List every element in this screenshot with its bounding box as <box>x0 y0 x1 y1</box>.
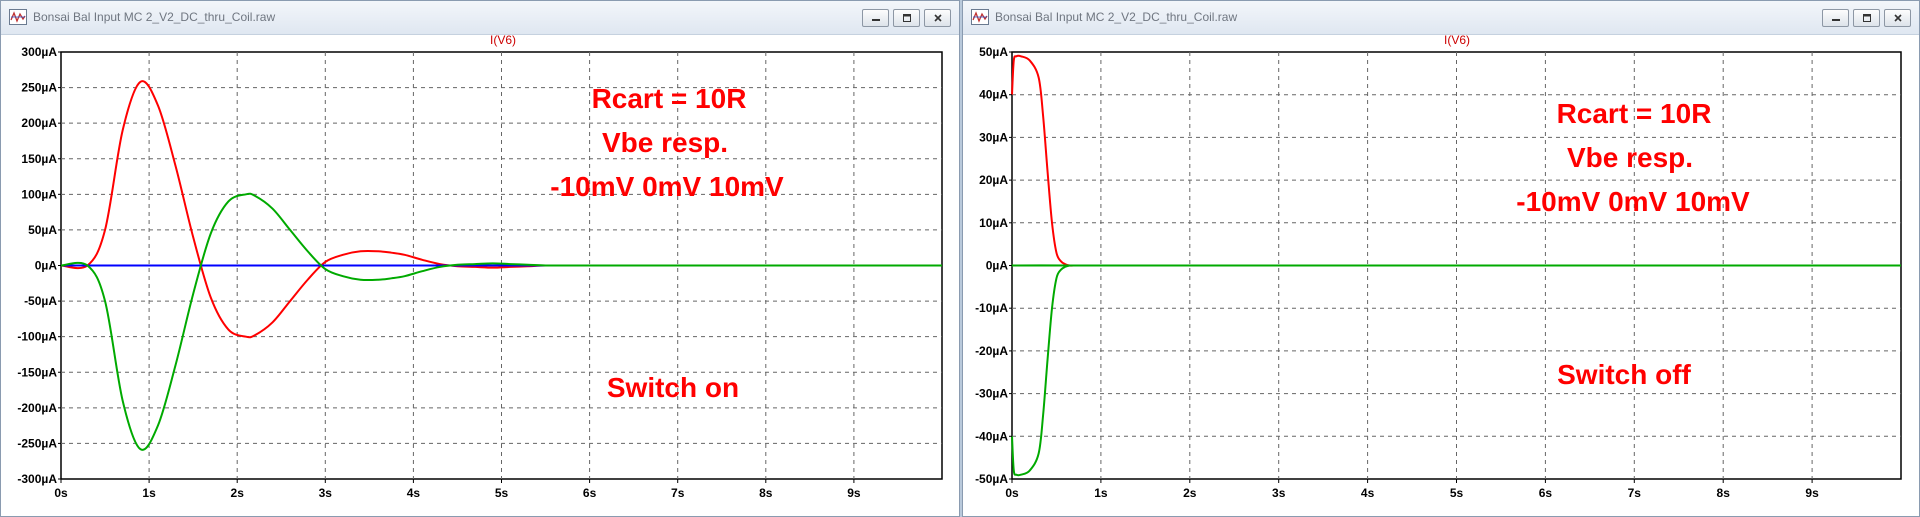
y-tick-label: -20µA <box>975 344 1008 358</box>
y-tick-label: 40µA <box>979 88 1008 102</box>
x-tick-label: 8s <box>1717 486 1731 500</box>
close-icon <box>1893 14 1902 22</box>
trace-title: I(V6) <box>490 34 516 47</box>
waveform-window-left[interactable]: Bonsai Bal Input MC 2_V2_DC_thru_Coil.ra… <box>0 0 960 517</box>
y-tick-label: 100µA <box>21 187 57 201</box>
series-line <box>60 192 942 451</box>
y-tick-label: 0µA <box>986 259 1009 273</box>
minimize-button[interactable] <box>1822 9 1849 27</box>
maximize-button[interactable] <box>893 9 920 27</box>
y-tick-label: -30µA <box>975 387 1008 401</box>
annotation-voltages: -10mV 0mV 10mV <box>1516 186 1750 217</box>
title-bar[interactable]: Bonsai Bal Input MC 2_V2_DC_thru_Coil.ra… <box>963 1 1919 35</box>
y-tick-label: 30µA <box>979 130 1008 144</box>
y-tick-label: 200µA <box>21 116 57 130</box>
minimize-icon <box>871 19 880 21</box>
x-tick-label: 9s <box>1805 486 1819 500</box>
y-tick-label: -50µA <box>24 294 57 308</box>
x-tick-label: 4s <box>407 486 421 500</box>
annotation-switch-state: Switch on <box>607 372 739 403</box>
annotation-vbe: Vbe resp. <box>1567 142 1693 173</box>
title-bar[interactable]: Bonsai Bal Input MC 2_V2_DC_thru_Coil.ra… <box>1 1 959 35</box>
x-tick-label: 7s <box>671 486 685 500</box>
y-tick-label: 150µA <box>21 152 57 166</box>
annotation-rcart: Rcart = 10R <box>1557 98 1712 129</box>
y-tick-label: -40µA <box>975 429 1008 443</box>
x-tick-label: 5s <box>1450 486 1464 500</box>
close-icon <box>933 14 942 22</box>
annotation-switch-state: Switch off <box>1557 359 1691 390</box>
y-tick-label: 0µA <box>35 259 58 273</box>
waveform-plot[interactable]: I(V6) 300µA 250µA 200µA 150µA 100µA 50µA 0µA -5… <box>1 34 959 516</box>
waveform-app-icon <box>9 9 27 25</box>
x-tick-label: 6s <box>1539 486 1553 500</box>
trace-title: I(V6) <box>1444 34 1470 47</box>
x-tick-label: 3s <box>319 486 333 500</box>
y-tick-label: -50µA <box>975 472 1008 486</box>
y-tick-label: 300µA <box>21 45 57 59</box>
annotation-vbe: Vbe resp. <box>602 127 728 158</box>
y-tick-label: 250µA <box>21 81 57 95</box>
y-tick-label: 10µA <box>979 216 1008 230</box>
window-title: Bonsai Bal Input MC 2_V2_DC_thru_Coil.ra… <box>33 10 276 24</box>
annotation-rcart: Rcart = 10R <box>592 83 747 114</box>
x-tick-label: 4s <box>1361 486 1375 500</box>
x-tick-label: 2s <box>1183 486 1197 500</box>
x-tick-label: 8s <box>759 486 773 500</box>
close-button[interactable] <box>1884 9 1911 27</box>
x-tick-label: 2s <box>231 486 245 500</box>
waveform-app-icon <box>971 9 989 25</box>
series-line <box>60 80 586 339</box>
x-tick-label: 6s <box>583 486 597 500</box>
y-tick-label: -10µA <box>975 301 1008 315</box>
y-tick-label: 50µA <box>28 223 57 237</box>
x-tick-label: 1s <box>142 486 156 500</box>
x-tick-label: 0s <box>1005 486 1019 500</box>
y-tick-label: -200µA <box>17 401 57 415</box>
y-tick-label: 50µA <box>979 45 1008 59</box>
x-tick-label: 5s <box>495 486 509 500</box>
y-tick-label: -250µA <box>17 436 57 450</box>
minimize-button[interactable] <box>862 9 889 27</box>
maximize-icon <box>902 14 911 22</box>
series-line <box>1011 54 1075 267</box>
waveform-window-right[interactable]: Bonsai Bal Input MC 2_V2_DC_thru_Coil.ra… <box>962 0 1920 517</box>
x-tick-label: 1s <box>1094 486 1108 500</box>
minimize-icon <box>1831 19 1840 21</box>
series-line <box>1010 264 1901 477</box>
y-tick-label: 20µA <box>979 173 1008 187</box>
window-title: Bonsai Bal Input MC 2_V2_DC_thru_Coil.ra… <box>995 10 1238 24</box>
y-tick-label: -300µA <box>17 472 57 486</box>
annotation-voltages: -10mV 0mV 10mV <box>550 171 784 202</box>
y-tick-label: -100µA <box>17 330 57 344</box>
close-button[interactable] <box>924 9 951 27</box>
x-tick-label: 3s <box>1272 486 1286 500</box>
maximize-icon <box>1862 14 1871 22</box>
maximize-button[interactable] <box>1853 9 1880 27</box>
x-tick-label: 0s <box>54 486 68 500</box>
y-tick-label: -150µA <box>17 365 57 379</box>
x-tick-label: 9s <box>847 486 861 500</box>
x-tick-label: 7s <box>1628 486 1642 500</box>
waveform-plot[interactable]: I(V6) 50µA 40µA 30µA 20µA 10µA 0µA -10µA -20µA -… <box>963 34 1919 516</box>
